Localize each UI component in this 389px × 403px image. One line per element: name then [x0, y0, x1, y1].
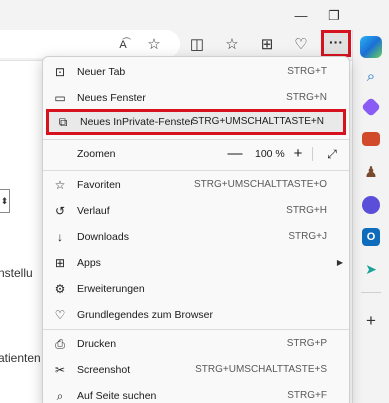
collections-icon[interactable]: ⊞ [258, 36, 276, 54]
menu-item-shortcut: STRG+UMSCHALTTASTE+S [195, 364, 327, 375]
outlook-icon[interactable]: O [362, 228, 380, 246]
menu-item-shortcut: STRG+P [286, 338, 327, 349]
copilot-icon[interactable] [360, 36, 382, 58]
menu-item-label: Zoomen [77, 148, 116, 160]
menu-item-label: Grundlegendes zum Browser [77, 309, 213, 321]
sidebar-divider [361, 292, 381, 293]
settings-and-more-button[interactable]: ··· [321, 30, 351, 57]
history-icon: ↺ [54, 204, 66, 218]
menu-item-shortcut: STRG+N [286, 92, 327, 103]
page-text-fragment: atienten [0, 351, 41, 365]
menu-item-favorites[interactable]: ☆ Favoriten STRG+UMSCHALTTASTE+O [43, 172, 349, 198]
menu-item-shortcut: STRG+UMSCHALTTASTE+N [191, 116, 324, 127]
favorites-icon[interactable]: ☆ [223, 36, 241, 54]
send-icon[interactable]: ➤ [362, 260, 380, 278]
sidebar: ⌕ ♟ O ➤ + [352, 30, 389, 403]
settings-menu: ⊡ Neuer Tab STRG+T ▭ Neues Fenster STRG+… [42, 56, 350, 403]
tools-icon[interactable] [362, 132, 380, 146]
page-text-fragment: nstellu [0, 266, 33, 280]
menu-item-apps[interactable]: ⊞ Apps ▶ [43, 250, 349, 276]
menu-item-new-window[interactable]: ▭ Neues Fenster STRG+N [43, 85, 349, 111]
page-select-box[interactable]: ⬍ [0, 189, 10, 213]
menu-item-browser-essentials[interactable]: ♡ Grundlegendes zum Browser [43, 302, 349, 328]
title-bar: — ❐ [0, 0, 389, 30]
zoom-in-button[interactable]: + [290, 141, 306, 167]
extensions-icon: ⚙ [54, 282, 66, 296]
chevron-right-icon: ▶ [336, 258, 343, 267]
new-tab-icon: ⊡ [54, 65, 66, 79]
zoom-separator [312, 147, 313, 161]
restore-button[interactable]: ❐ [324, 6, 344, 26]
menu-item-print[interactable]: ⎙ Drucken STRG+P [43, 331, 349, 357]
menu-item-shortcut: STRG+H [286, 205, 327, 216]
menu-divider [43, 139, 349, 140]
menu-item-shortcut: STRG+T [287, 66, 327, 77]
new-window-icon: ▭ [54, 91, 66, 105]
add-favorite-icon[interactable]: ☆ [145, 36, 163, 54]
menu-item-label: Neuer Tab [77, 66, 126, 78]
browser-essentials-icon[interactable]: ♡ [292, 36, 310, 54]
add-icon[interactable]: + [362, 312, 380, 330]
menu-item-label: Favoriten [77, 179, 121, 191]
menu-item-history[interactable]: ↺ Verlauf STRG+H [43, 198, 349, 224]
minimize-button[interactable]: — [291, 6, 311, 26]
menu-item-label: Apps [77, 257, 101, 269]
find-icon: ⌕ [56, 389, 64, 403]
menu-item-extensions[interactable]: ⚙ Erweiterungen [43, 276, 349, 302]
menu-divider [43, 329, 349, 330]
menu-divider [43, 170, 349, 171]
screenshot-icon: ✂ [54, 363, 66, 377]
inprivate-icon: ⧉ [58, 115, 68, 129]
menu-item-label: Neues Fenster [77, 92, 146, 104]
search-icon[interactable]: ⌕ [362, 68, 380, 86]
fullscreen-icon[interactable]: ⤢ [324, 141, 340, 167]
menu-item-new-tab[interactable]: ⊡ Neuer Tab STRG+T [43, 59, 349, 85]
menu-item-label: Screenshot [77, 364, 131, 376]
download-icon: ↓ [57, 230, 63, 244]
split-screen-icon[interactable]: ◫ [188, 36, 206, 54]
browser-essentials-icon: ♡ [54, 308, 66, 322]
office-icon[interactable] [362, 196, 380, 214]
menu-item-new-inprivate-window[interactable]: ⧉ Neues InPrivate-Fenster STRG+UMSCHALTT… [46, 109, 346, 135]
menu-item-label: Auf Seite suchen [77, 390, 157, 402]
menu-item-zoom: Zoomen — 100 % + ⤢ [43, 141, 349, 167]
menu-item-downloads[interactable]: ↓ Downloads STRG+J [43, 224, 349, 250]
menu-item-label: Neues InPrivate-Fenster [80, 116, 194, 128]
shopping-icon[interactable] [361, 97, 381, 117]
games-icon[interactable]: ♟ [362, 164, 380, 182]
menu-item-find-on-page[interactable]: ⌕ Auf Seite suchen STRG+F [43, 383, 349, 403]
favorites-icon: ☆ [54, 178, 66, 192]
menu-item-screenshot[interactable]: ✂ Screenshot STRG+UMSCHALTTASTE+S [43, 357, 349, 383]
zoom-level: 100 % [255, 148, 285, 160]
menu-item-label: Erweiterungen [77, 283, 145, 295]
menu-item-shortcut: STRG+J [288, 231, 327, 242]
read-aloud-icon[interactable]: A͡ [114, 36, 132, 54]
menu-item-label: Downloads [77, 231, 129, 243]
zoom-out-button[interactable]: — [227, 141, 243, 167]
menu-item-label: Drucken [77, 338, 117, 350]
apps-icon: ⊞ [54, 256, 66, 270]
menu-item-shortcut: STRG+UMSCHALTTASTE+O [194, 179, 327, 190]
menu-item-shortcut: STRG+F [287, 390, 327, 401]
print-icon: ⎙ [55, 337, 65, 351]
menu-item-label: Verlauf [77, 205, 110, 217]
